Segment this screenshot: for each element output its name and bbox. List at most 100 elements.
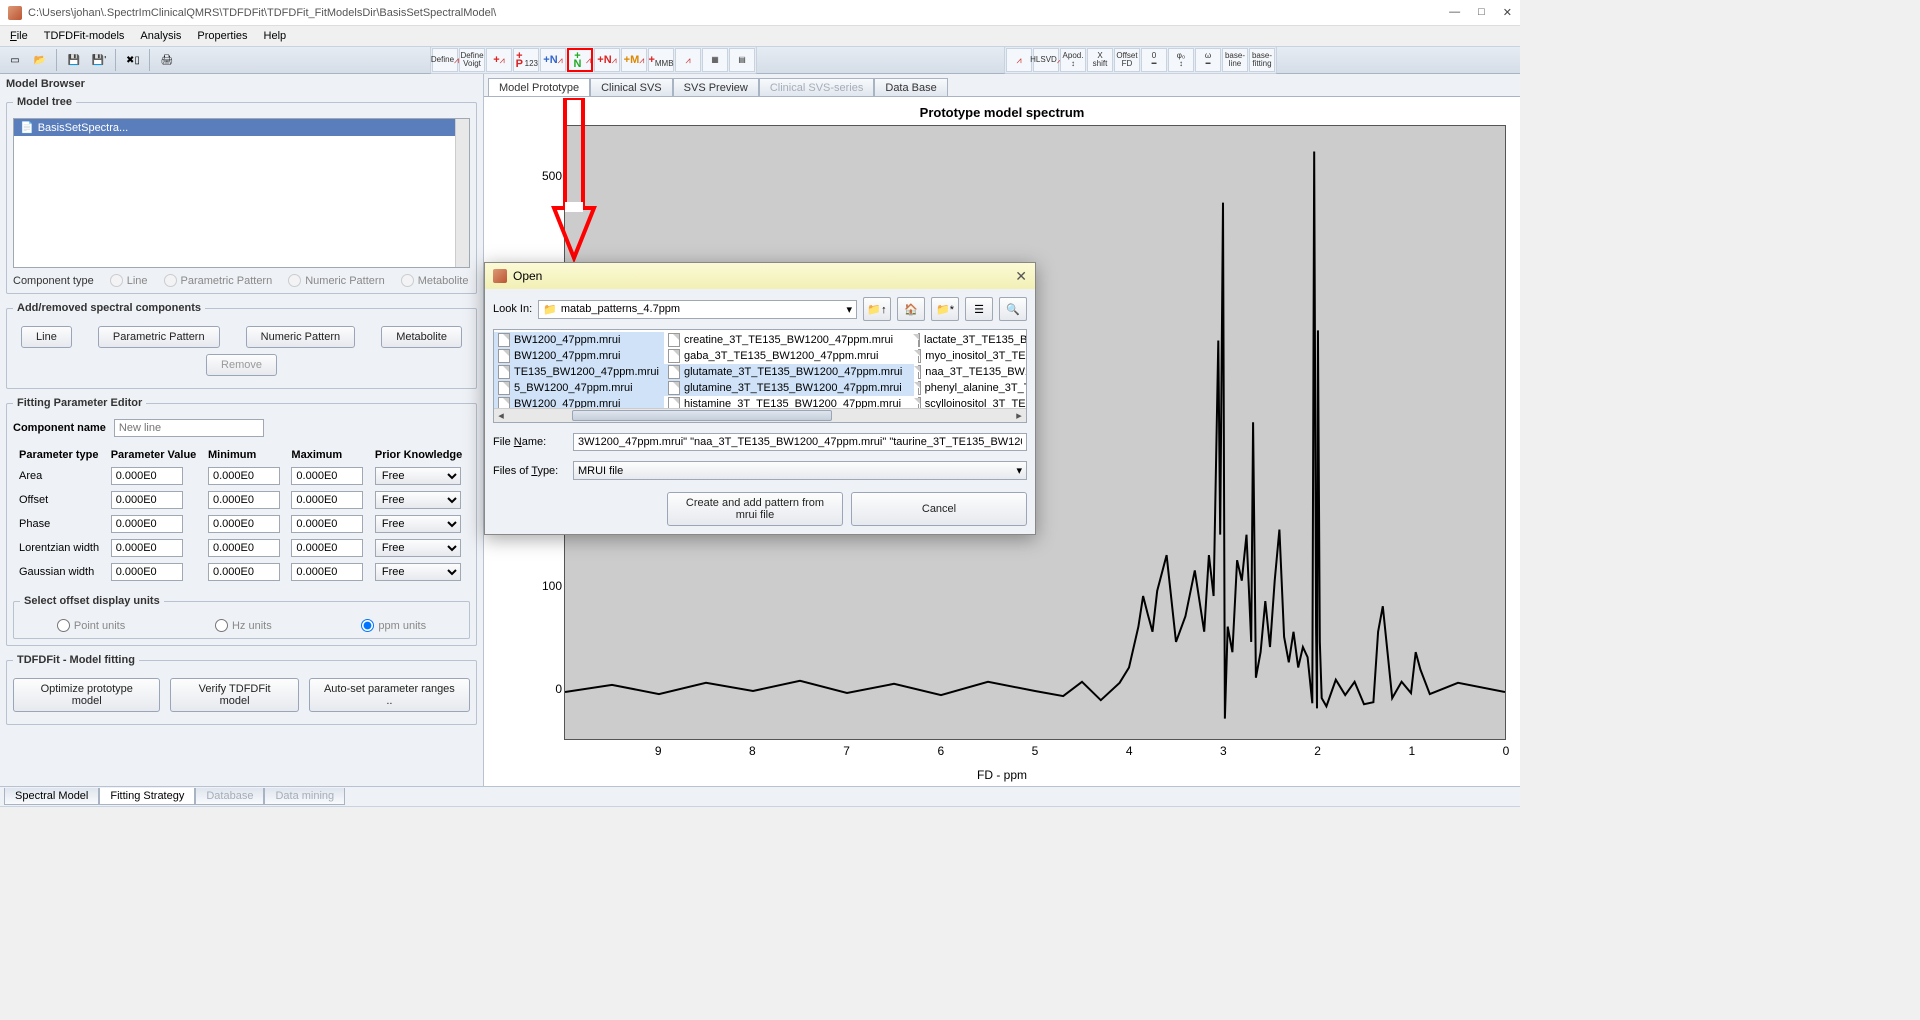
file-item[interactable]: gaba_3T_TE135_BW1200_47ppm.mrui (664, 348, 914, 364)
new-icon[interactable]: ▭ (4, 49, 26, 71)
param-max-input[interactable] (291, 539, 363, 557)
save-icon[interactable]: 💾 (63, 49, 85, 71)
file-item[interactable]: 5_BW1200_47ppm.mrui (494, 380, 664, 396)
unit-hz[interactable]: Hz units (215, 619, 272, 632)
radio-param[interactable]: Parametric Pattern (164, 274, 273, 287)
print-icon[interactable]: 🖨 (156, 49, 178, 71)
close-button[interactable]: ✕ (1503, 6, 1512, 19)
file-item[interactable]: TE135_BW1200_47ppm.mrui (494, 364, 664, 380)
unit-point[interactable]: Point units (57, 619, 125, 632)
cancel-button[interactable]: Cancel (851, 492, 1027, 526)
apod-btn[interactable]: Apod.↕ (1060, 48, 1086, 72)
param-prior-select[interactable]: Free (375, 515, 461, 533)
file-item[interactable]: phenyl_alanine_3T_TE135_BW (914, 380, 1027, 396)
component-name-input[interactable] (114, 419, 264, 437)
param-min-input[interactable] (208, 539, 280, 557)
param-max-input[interactable] (291, 563, 363, 581)
baseline-btn[interactable]: base-line (1222, 48, 1248, 72)
home-icon[interactable]: 🏠 (897, 297, 925, 321)
file-item[interactable]: glutamine_3T_TE135_BW1200_47ppm.mrui (664, 380, 914, 396)
tab-svs-preview[interactable]: SVS Preview (673, 78, 759, 97)
radio-line[interactable]: Line (110, 274, 148, 287)
line-add-btn[interactable]: +⩘ (486, 48, 512, 72)
delete-icon[interactable]: ✖▯ (122, 49, 144, 71)
tab-database[interactable]: Data Base (874, 78, 947, 97)
metabolite-button[interactable]: Metabolite (381, 326, 462, 348)
scroll-right-icon[interactable]: ▸ (1012, 409, 1026, 422)
open-icon[interactable]: 📂 (29, 49, 51, 71)
param-max-input[interactable] (291, 467, 363, 485)
param-prior-select[interactable]: Free (375, 491, 461, 509)
menu-analysis[interactable]: Analysis (134, 28, 187, 44)
file-item[interactable]: BW1200_47ppm.mrui (494, 332, 664, 348)
param-prior-select[interactable]: Free (375, 467, 461, 485)
zero-btn[interactable]: 0━ (1141, 48, 1167, 72)
offset-fd-btn[interactable]: OffsetFD (1114, 48, 1140, 72)
btab-strategy[interactable]: Fitting Strategy (99, 788, 195, 805)
filetype-select[interactable]: MRUI file ▾ (573, 461, 1027, 480)
file-item[interactable]: glutamate_3T_TE135_BW1200_47ppm.mrui (664, 364, 914, 380)
param-max-input[interactable] (291, 515, 363, 533)
tab-clinical-svs[interactable]: Clinical SVS (590, 78, 673, 97)
create-pattern-button[interactable]: Create and add pattern from mrui file (667, 492, 843, 526)
menu-file[interactable]: File (4, 28, 34, 44)
add-n-green-btn[interactable]: + N⩘ (567, 48, 593, 72)
menu-help[interactable]: Help (258, 28, 293, 44)
btab-mining[interactable]: Data mining (264, 788, 345, 805)
details-view-icon[interactable]: 🔍 (999, 297, 1027, 321)
btab-database[interactable]: Database (195, 788, 264, 805)
unit-ppm[interactable]: ppm units (361, 619, 426, 632)
maximize-button[interactable]: □ (1478, 6, 1485, 19)
param-prior-select[interactable]: Free (375, 539, 461, 557)
menu-models[interactable]: TDFDFit-models (38, 28, 131, 44)
define-btn-1[interactable]: Define⩘ (432, 48, 458, 72)
new-folder-icon[interactable]: 📁* (931, 297, 959, 321)
radio-numeric[interactable]: Numeric Pattern (288, 274, 384, 287)
mmb-btn[interactable]: +MMB (648, 48, 674, 72)
add-n-red-btn[interactable]: +N⩘ (594, 48, 620, 72)
filename-input[interactable] (573, 433, 1027, 451)
dialog-close-icon[interactable]: ✕ (1015, 268, 1027, 285)
menu-properties[interactable]: Properties (191, 28, 253, 44)
param-min-input[interactable] (208, 467, 280, 485)
add-m-btn[interactable]: +M⩘ (621, 48, 647, 72)
file-item[interactable]: naa_3T_TE135_BW1200_47pp (914, 364, 1027, 380)
autoset-button[interactable]: Auto-set parameter ranges .. (309, 678, 470, 712)
param-value-input[interactable] (111, 563, 183, 581)
phi-btn[interactable]: φ₀↕ (1168, 48, 1194, 72)
define-voigt-btn[interactable]: DefineVoigt (459, 48, 485, 72)
file-list-hscroll[interactable]: ◂ ▸ (494, 408, 1026, 422)
remove-button[interactable]: Remove (206, 354, 277, 376)
line-button[interactable]: Line (21, 326, 72, 348)
up-folder-icon[interactable]: 📁↑ (863, 297, 891, 321)
scroll-left-icon[interactable]: ◂ (494, 409, 508, 422)
file-item[interactable]: creatine_3T_TE135_BW1200_47ppm.mrui (664, 332, 914, 348)
param-min-input[interactable] (208, 563, 280, 581)
dialog-titlebar[interactable]: Open ✕ (485, 263, 1035, 289)
file-item[interactable]: lactate_3T_TE135_BW1200_47 (914, 332, 1027, 348)
verify-button[interactable]: Verify TDFDFit model (170, 678, 298, 712)
look-in-combo[interactable]: 📁 matab_patterns_4.7ppm ▾ (538, 300, 857, 319)
param-value-input[interactable] (111, 539, 183, 557)
param-value-input[interactable] (111, 515, 183, 533)
file-item[interactable]: myo_inositol_3T_TE135_BW12 (914, 348, 1027, 364)
saveas-icon[interactable]: 💾' (88, 49, 110, 71)
base-fitting-btn[interactable]: base-fitting (1249, 48, 1275, 72)
file-item[interactable]: BW1200_47ppm.mrui (494, 348, 664, 364)
add-p-btn[interactable]: + P123 (513, 48, 539, 72)
tree-scrollbar[interactable] (455, 119, 469, 267)
param-max-input[interactable] (291, 491, 363, 509)
list-btn[interactable]: ▤ (729, 48, 755, 72)
param-min-input[interactable] (208, 491, 280, 509)
param-pattern-button[interactable]: Parametric Pattern (98, 326, 220, 348)
tree-item[interactable]: 📄 BasisSetSpectra... (14, 119, 455, 136)
radio-metab[interactable]: Metabolite (401, 274, 469, 287)
model-tree[interactable]: 📄 BasisSetSpectra... (13, 118, 470, 268)
tab-svs-series[interactable]: Clinical SVS-series (759, 78, 875, 97)
omega-btn[interactable]: ω━ (1195, 48, 1221, 72)
scroll-thumb[interactable] (572, 410, 832, 421)
numeric-pattern-button[interactable]: Numeric Pattern (246, 326, 355, 348)
param-value-input[interactable] (111, 467, 183, 485)
tab-model-prototype[interactable]: Model Prototype (488, 78, 590, 97)
spark-btn[interactable]: ⩘ (675, 48, 701, 72)
